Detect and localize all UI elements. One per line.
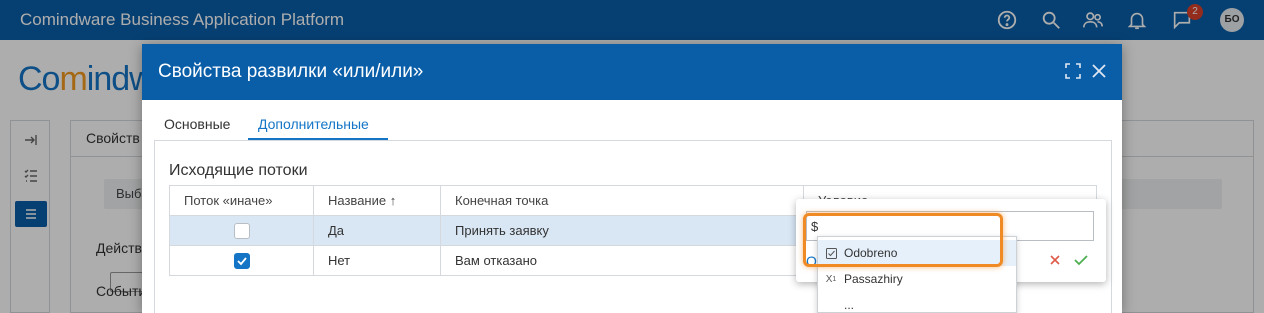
else-flow-checkbox[interactable] <box>233 222 250 239</box>
suggestion-label: Odobreno <box>844 246 898 260</box>
suggestion-label: ... <box>844 298 855 312</box>
else-flow-cell <box>169 215 314 246</box>
confirm-icon[interactable] <box>1072 251 1090 269</box>
else-flow-checkbox[interactable] <box>233 252 250 269</box>
checkbox-icon <box>824 247 838 259</box>
x1-icon: X1 <box>825 273 837 285</box>
suggestion-label: Passazhiry <box>844 272 903 286</box>
column-header[interactable]: Конечная точка <box>440 185 804 216</box>
editor-link[interactable]: О <box>806 253 817 269</box>
column-header[interactable]: Название ↑ <box>313 185 441 216</box>
tab-advanced[interactable]: Дополнительные <box>258 116 369 132</box>
suggestion-item[interactable]: ... <box>818 292 1016 312</box>
flow-name-cell: Нет <box>313 245 441 276</box>
cancel-icon[interactable] <box>1046 251 1064 269</box>
endpoint-cell: Принять заявку <box>440 215 804 246</box>
column-header[interactable]: Поток «иначе» <box>169 185 314 216</box>
flow-name-cell: Да <box>313 215 441 246</box>
suggestion-item[interactable]: X1 Passazhiry <box>818 266 1016 292</box>
autocomplete-list: Odobreno X1 Passazhiry ... <box>817 236 1017 313</box>
endpoint-cell: Вам отказано <box>440 245 804 276</box>
else-flow-cell <box>169 245 314 276</box>
dialog-title: Свойства развилки «или/или» <box>158 61 424 82</box>
close-icon[interactable] <box>1088 60 1110 82</box>
dialog-header: Свойства развилки «или/или» <box>142 44 1122 100</box>
suggestion-item[interactable]: Odobreno <box>818 240 1016 266</box>
expand-icon[interactable] <box>1062 60 1084 82</box>
section-title: Исходящие потоки <box>169 162 308 179</box>
tab-basic[interactable]: Основные <box>164 116 230 132</box>
